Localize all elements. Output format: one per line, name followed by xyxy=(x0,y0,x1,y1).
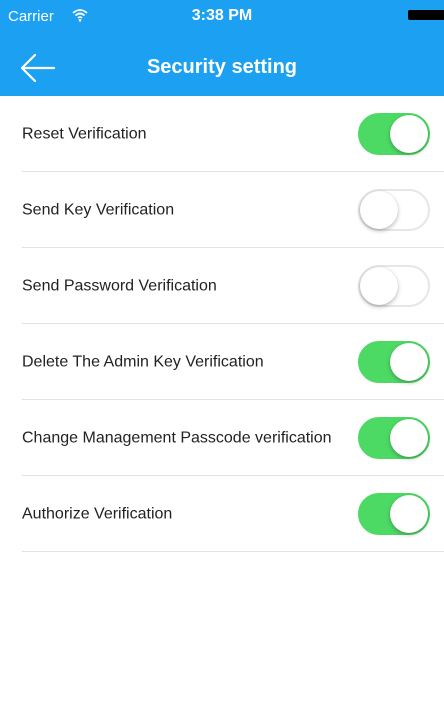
setting-row-delete-admin-key-verification: Delete The Admin Key Verification xyxy=(22,324,444,400)
setting-label: Send Key Verification xyxy=(22,201,175,218)
toggle-knob xyxy=(390,114,428,153)
setting-row-send-key-verification: Send Key Verification xyxy=(22,172,444,248)
send-key-verification-toggle[interactable] xyxy=(358,188,430,231)
setting-label: Delete The Admin Key Verification xyxy=(22,353,264,370)
setting-row-authorize-verification: Authorize Verification xyxy=(22,476,444,552)
page-title: Security setting xyxy=(146,56,298,78)
setting-row-send-password-verification: Send Password Verification xyxy=(22,248,444,324)
toggle-knob xyxy=(390,494,428,533)
status-bar: Carrier 3:38 PM xyxy=(0,0,444,40)
toggle-knob xyxy=(360,266,398,305)
nav-bar: Security setting xyxy=(0,44,444,96)
reset-verification-toggle[interactable] xyxy=(358,112,430,155)
setting-row-reset-verification: Reset Verification xyxy=(22,96,444,172)
send-password-verification-toggle[interactable] xyxy=(358,264,430,307)
setting-label: Reset Verification xyxy=(22,125,147,142)
status-time: 3:38 PM xyxy=(191,7,253,24)
change-management-passcode-verification-toggle[interactable] xyxy=(358,416,430,459)
toggle-knob xyxy=(390,342,428,381)
battery-icon xyxy=(408,10,444,20)
authorize-verification-toggle[interactable] xyxy=(358,492,430,535)
toggle-knob xyxy=(360,190,398,229)
setting-label: Authorize Verification xyxy=(22,505,173,522)
setting-label: Change Management Passcode verification xyxy=(22,429,332,446)
settings-list: Reset Verification Send Key Verification… xyxy=(22,96,444,552)
toggle-knob xyxy=(390,418,428,457)
setting-label: Send Password Verification xyxy=(22,277,217,294)
delete-admin-key-verification-toggle[interactable] xyxy=(358,340,430,383)
header: Carrier 3:38 PM Security setting xyxy=(0,0,444,96)
setting-row-change-management-passcode-verification: Change Management Passcode verification xyxy=(22,400,444,476)
